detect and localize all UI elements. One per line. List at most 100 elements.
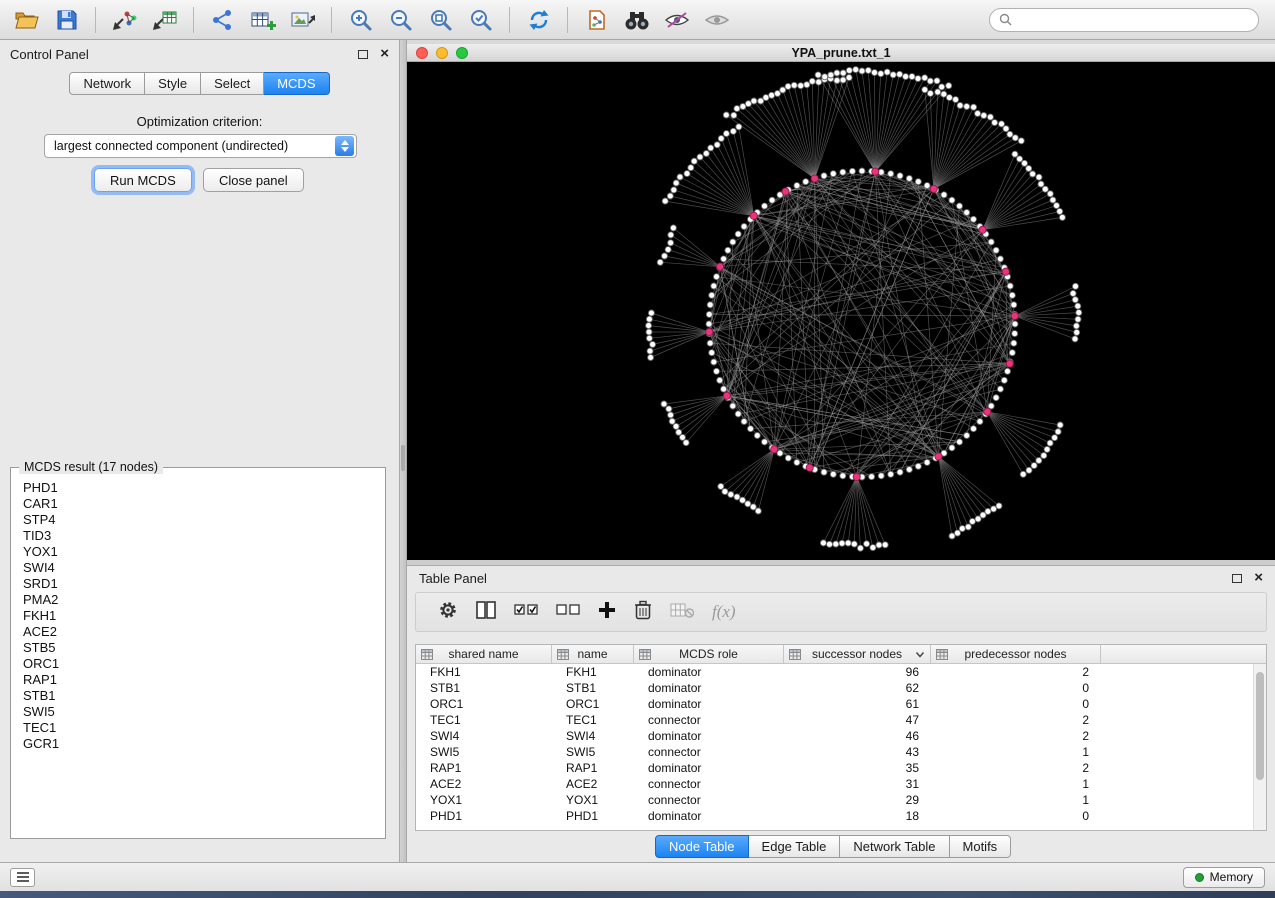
- tab-node-table[interactable]: Node Table: [655, 835, 749, 858]
- minimize-window-icon[interactable]: [436, 47, 448, 59]
- close-window-icon[interactable]: [416, 47, 428, 59]
- float-panel-icon[interactable]: [358, 50, 368, 59]
- tab-network[interactable]: Network: [69, 72, 145, 95]
- table-row[interactable]: ORC1ORC1dominator610: [416, 696, 1266, 712]
- table-row[interactable]: SWI5SWI5connector431: [416, 744, 1266, 760]
- splitter-handle-icon[interactable]: [401, 445, 405, 471]
- result-node[interactable]: ACE2: [23, 624, 382, 640]
- cell[interactable]: dominator: [634, 681, 784, 695]
- cell[interactable]: 1: [931, 777, 1101, 791]
- cell[interactable]: PHD1: [552, 809, 634, 823]
- network-canvas[interactable]: [407, 62, 1275, 560]
- cell[interactable]: 2: [931, 713, 1101, 727]
- search-network-button[interactable]: [618, 4, 655, 36]
- cell[interactable]: SWI5: [416, 745, 552, 759]
- table-row[interactable]: ACE2ACE2connector311: [416, 776, 1266, 792]
- result-node[interactable]: STB1: [23, 688, 382, 704]
- maximize-window-icon[interactable]: [456, 47, 468, 59]
- zoom-selected-button[interactable]: [462, 4, 499, 36]
- clone-network-button[interactable]: [578, 4, 615, 36]
- cell[interactable]: 46: [784, 729, 931, 743]
- column-header-predecessor-nodes[interactable]: predecessor nodes: [931, 645, 1101, 663]
- tab-mcds[interactable]: MCDS: [264, 72, 329, 95]
- cell[interactable]: dominator: [634, 697, 784, 711]
- table-row[interactable]: FKH1FKH1dominator962: [416, 664, 1266, 680]
- cell[interactable]: connector: [634, 793, 784, 807]
- cell[interactable]: STB1: [416, 681, 552, 695]
- table-row[interactable]: PHD1PHD1dominator180: [416, 808, 1266, 824]
- cell[interactable]: connector: [634, 713, 784, 727]
- cell[interactable]: ORC1: [552, 697, 634, 711]
- cell[interactable]: ACE2: [416, 777, 552, 791]
- column-header-successor-nodes[interactable]: successor nodes: [784, 645, 931, 663]
- network-window-titlebar[interactable]: YPA_prune.txt_1: [407, 44, 1275, 62]
- cell[interactable]: STB1: [552, 681, 634, 695]
- result-node[interactable]: TEC1: [23, 720, 382, 736]
- result-node[interactable]: RAP1: [23, 672, 382, 688]
- close-table-panel-icon[interactable]: ×: [1254, 573, 1263, 583]
- tab-style[interactable]: Style: [145, 72, 201, 95]
- cell[interactable]: dominator: [634, 809, 784, 823]
- table-row[interactable]: RAP1RAP1dominator352: [416, 760, 1266, 776]
- cell[interactable]: ORC1: [416, 697, 552, 711]
- result-node[interactable]: PHD1: [23, 480, 382, 496]
- tab-edge-table[interactable]: Edge Table: [749, 835, 841, 858]
- delete-column-button[interactable]: [634, 600, 652, 625]
- zoom-out-button[interactable]: [382, 4, 419, 36]
- cell[interactable]: 29: [784, 793, 931, 807]
- table-row[interactable]: YOX1YOX1connector291: [416, 792, 1266, 808]
- result-node[interactable]: YOX1: [23, 544, 382, 560]
- cell[interactable]: 96: [784, 665, 931, 679]
- column-header-name[interactable]: name: [552, 645, 634, 663]
- deselect-all-button[interactable]: [556, 603, 580, 621]
- cell[interactable]: SWI4: [552, 729, 634, 743]
- hide-details-button[interactable]: [658, 4, 695, 36]
- new-table-button[interactable]: [244, 4, 281, 36]
- search-box[interactable]: [989, 8, 1259, 32]
- cell[interactable]: connector: [634, 777, 784, 791]
- table-row[interactable]: STB1STB1dominator620: [416, 680, 1266, 696]
- save-button[interactable]: [48, 4, 85, 36]
- cell[interactable]: 0: [931, 697, 1101, 711]
- table-settings-button[interactable]: [438, 600, 458, 625]
- cell[interactable]: connector: [634, 745, 784, 759]
- result-node[interactable]: STB5: [23, 640, 382, 656]
- mcds-result-list[interactable]: PHD1CAR1STP4TID3YOX1SWI4SRD1PMA2FKH1ACE2…: [23, 480, 382, 835]
- cell[interactable]: YOX1: [552, 793, 634, 807]
- scrollbar-thumb[interactable]: [1256, 672, 1264, 780]
- cell[interactable]: dominator: [634, 761, 784, 775]
- cell[interactable]: 31: [784, 777, 931, 791]
- cell[interactable]: SWI4: [416, 729, 552, 743]
- cell[interactable]: TEC1: [552, 713, 634, 727]
- export-image-button[interactable]: [284, 4, 321, 36]
- cell[interactable]: 43: [784, 745, 931, 759]
- result-node[interactable]: GCR1: [23, 736, 382, 752]
- result-node[interactable]: SWI5: [23, 704, 382, 720]
- cell[interactable]: dominator: [634, 665, 784, 679]
- result-node[interactable]: STP4: [23, 512, 382, 528]
- cell[interactable]: 61: [784, 697, 931, 711]
- cell[interactable]: 0: [931, 809, 1101, 823]
- add-column-button[interactable]: [598, 601, 616, 624]
- search-input[interactable]: [1017, 13, 1249, 27]
- cell[interactable]: 2: [931, 729, 1101, 743]
- cell[interactable]: 35: [784, 761, 931, 775]
- cell[interactable]: 0: [931, 681, 1101, 695]
- table-row[interactable]: TEC1TEC1connector472: [416, 712, 1266, 728]
- vertical-splitter[interactable]: [400, 40, 407, 862]
- close-panel-icon[interactable]: ×: [380, 49, 389, 59]
- result-node[interactable]: ORC1: [23, 656, 382, 672]
- tab-select[interactable]: Select: [201, 72, 264, 95]
- float-table-panel-icon[interactable]: [1232, 574, 1242, 583]
- cell[interactable]: 1: [931, 793, 1101, 807]
- result-node[interactable]: CAR1: [23, 496, 382, 512]
- result-node[interactable]: SWI4: [23, 560, 382, 576]
- tab-motifs[interactable]: Motifs: [950, 835, 1012, 858]
- cell[interactable]: 1: [931, 745, 1101, 759]
- cell[interactable]: 2: [931, 665, 1101, 679]
- delete-table-button[interactable]: [670, 602, 694, 623]
- cell[interactable]: 2: [931, 761, 1101, 775]
- cell[interactable]: TEC1: [416, 713, 552, 727]
- cell[interactable]: SWI5: [552, 745, 634, 759]
- cell[interactable]: dominator: [634, 729, 784, 743]
